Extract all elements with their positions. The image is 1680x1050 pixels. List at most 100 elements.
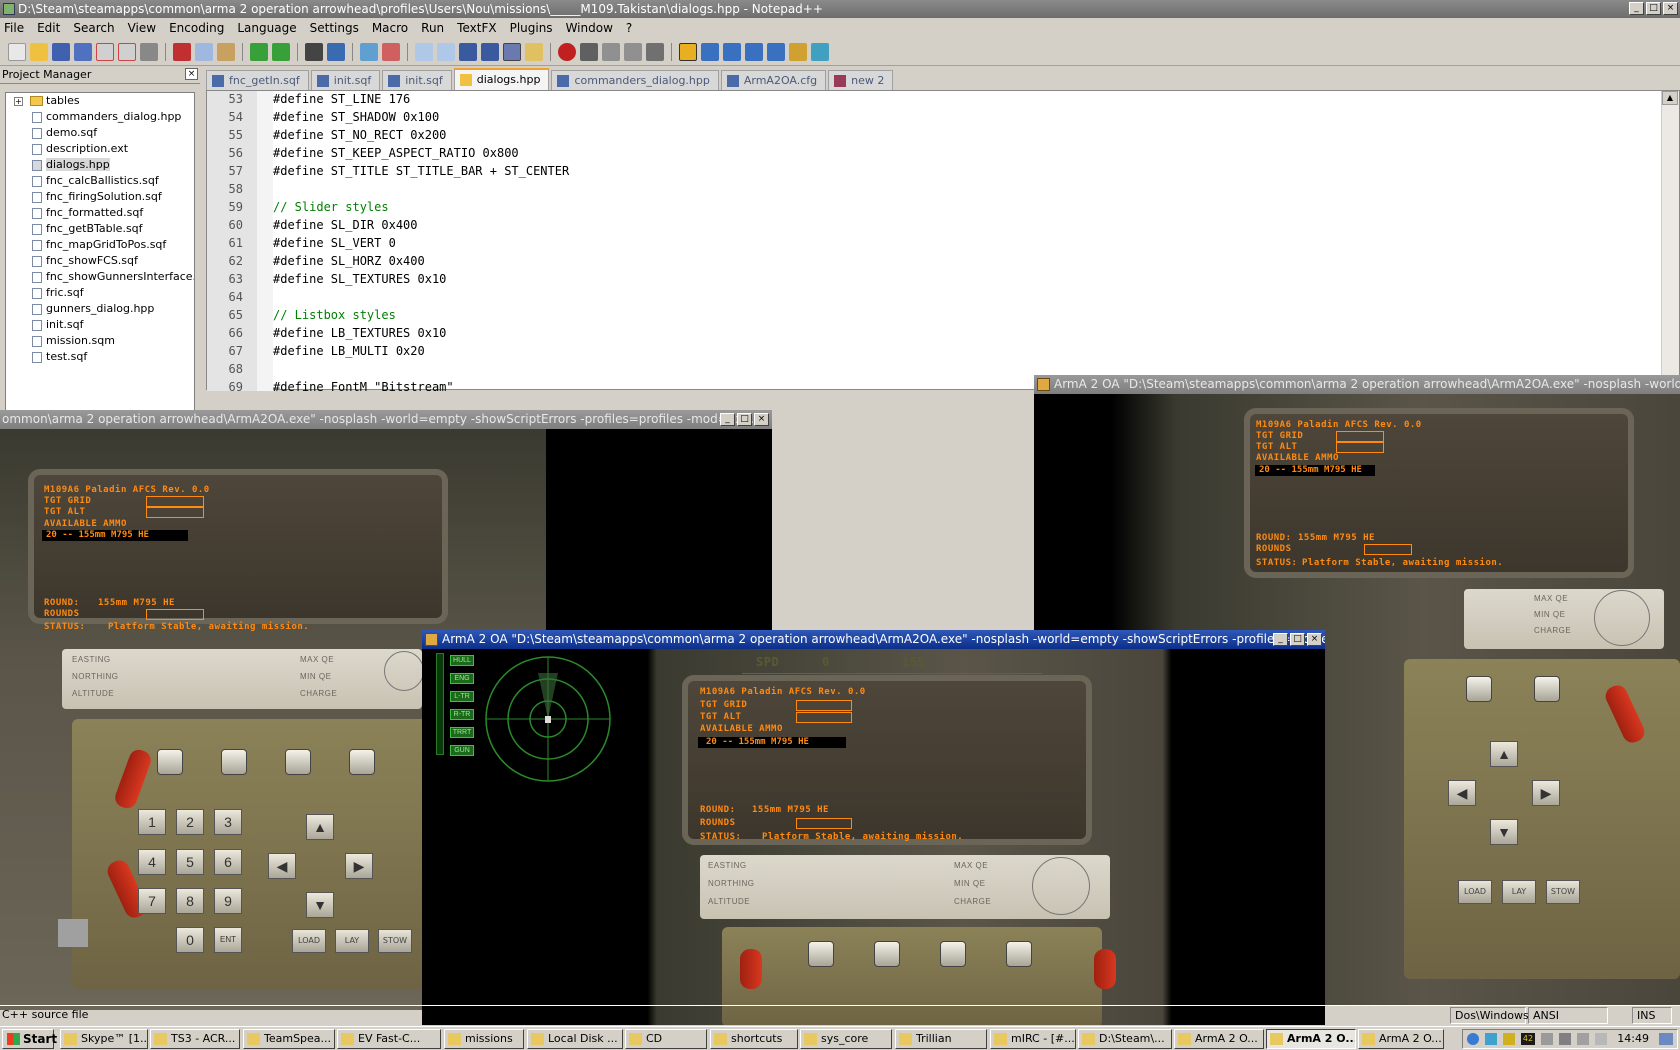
cut-icon[interactable] bbox=[173, 42, 191, 61]
arrow-up-icon[interactable]: ▲ bbox=[306, 814, 334, 840]
tree-item[interactable]: test.sqf bbox=[6, 349, 194, 365]
code-line[interactable]: #define LB_MULTI 0x20 bbox=[273, 342, 425, 360]
skype-tray-icon[interactable] bbox=[1485, 1033, 1497, 1045]
spell-check-icon[interactable] bbox=[811, 42, 829, 61]
stow-button[interactable]: STOW bbox=[378, 929, 412, 953]
panel-button[interactable] bbox=[808, 941, 834, 967]
tree-item[interactable]: mission.sqm bbox=[6, 333, 194, 349]
code-line[interactable]: #define ST_SHADOW 0x100 bbox=[273, 108, 439, 126]
project-tree[interactable]: + tables commanders_dialog.hpp demo.sqf d… bbox=[5, 92, 195, 442]
hud-rtr-button[interactable]: R-TR bbox=[450, 709, 474, 720]
copy-icon[interactable] bbox=[195, 42, 213, 61]
tree-item[interactable]: gunners_dialog.hpp bbox=[6, 301, 194, 317]
maximize-button[interactable]: □ bbox=[1290, 633, 1305, 646]
code-line[interactable]: // Listbox styles bbox=[273, 306, 396, 324]
menu-edit[interactable]: Edit bbox=[37, 21, 60, 35]
keypad-6[interactable]: 6 bbox=[214, 849, 242, 875]
tree-folder-tables[interactable]: + tables bbox=[6, 93, 194, 109]
tab-fnc-getin[interactable]: fnc_getIn.sqf bbox=[206, 70, 309, 90]
hud-eng-button[interactable]: ENG bbox=[450, 673, 474, 684]
tree-item[interactable]: init.sqf bbox=[6, 317, 194, 333]
arrow-down-icon[interactable]: ▼ bbox=[306, 892, 334, 918]
tgt-alt-input[interactable] bbox=[1336, 442, 1384, 453]
tab-init-2[interactable]: init.sqf bbox=[382, 70, 452, 90]
hud-ltr-button[interactable]: L-TR bbox=[450, 691, 474, 702]
ammo-list-item[interactable]: 20 -- 155mm M795 HE bbox=[698, 737, 846, 748]
panel-button[interactable] bbox=[285, 749, 311, 775]
word-wrap-icon[interactable] bbox=[459, 42, 477, 61]
menu-view[interactable]: View bbox=[128, 21, 156, 35]
user-lang-icon[interactable] bbox=[525, 42, 543, 61]
code-line[interactable]: #define SL_VERT 0 bbox=[273, 234, 396, 252]
code-line[interactable]: #define FontM "Bitstream" bbox=[273, 378, 454, 396]
stow-button[interactable]: STOW bbox=[1546, 880, 1580, 904]
play-macro-icon[interactable] bbox=[602, 42, 620, 61]
maximize-button[interactable]: □ bbox=[737, 413, 752, 426]
tab-arma2oa-cfg[interactable]: ArmA2OA.cfg bbox=[720, 70, 827, 90]
keypad-5[interactable]: 5 bbox=[176, 849, 204, 875]
keypad-9[interactable]: 9 bbox=[214, 888, 242, 914]
show-all-chars-icon[interactable] bbox=[481, 42, 499, 61]
arrow-left-icon[interactable]: ◀ bbox=[1448, 780, 1476, 806]
keypad-4[interactable]: 4 bbox=[138, 849, 166, 875]
hud-trrt-button[interactable]: TRRT bbox=[450, 727, 474, 738]
close-file-icon[interactable] bbox=[96, 42, 114, 61]
menu-file[interactable]: File bbox=[4, 21, 24, 35]
tree-item[interactable]: fnc_showFCS.sqf bbox=[6, 253, 194, 269]
tab-dialogs[interactable]: dialogs.hpp bbox=[453, 68, 550, 90]
ammo-list-item[interactable]: 20 -- 155mm M795 HE bbox=[1255, 465, 1375, 476]
paste-icon[interactable] bbox=[217, 42, 235, 61]
collapse-icon[interactable] bbox=[701, 42, 719, 61]
tab-new-2[interactable]: new 2 bbox=[828, 70, 894, 90]
tab-init-1[interactable]: init.sqf bbox=[310, 70, 381, 90]
tree-item[interactable]: description.ext bbox=[6, 141, 194, 157]
maximize-button[interactable]: □ bbox=[1646, 2, 1661, 15]
tgt-alt-input[interactable] bbox=[146, 507, 204, 518]
tgt-grid-input[interactable] bbox=[1336, 431, 1384, 442]
taskbar-task[interactable]: Trillian bbox=[895, 1029, 987, 1049]
tree-item[interactable]: fnc_firingSolution.sqf bbox=[6, 189, 194, 205]
save-all-icon[interactable] bbox=[74, 42, 92, 61]
open-file-icon[interactable] bbox=[30, 42, 48, 61]
volume-icon[interactable] bbox=[1541, 1033, 1553, 1045]
sync-horizontal-icon[interactable] bbox=[437, 42, 455, 61]
load-button[interactable]: LOAD bbox=[292, 929, 326, 953]
taskbar-task[interactable]: Local Disk ... bbox=[527, 1029, 623, 1049]
arrow-right-icon[interactable]: ▶ bbox=[1532, 780, 1560, 806]
panel-button[interactable] bbox=[874, 941, 900, 967]
taskbar-task[interactable]: EV Fast-C... bbox=[337, 1029, 441, 1049]
arrow-up-icon[interactable]: ▲ bbox=[1490, 741, 1518, 767]
tree-item[interactable]: fnc_showGunnersInterface.sqf bbox=[6, 269, 194, 285]
keypad-3[interactable]: 3 bbox=[214, 809, 242, 835]
keypad-0[interactable]: 0 bbox=[176, 927, 204, 953]
save-icon[interactable] bbox=[52, 42, 70, 61]
code-line[interactable]: #define LB_TEXTURES 0x10 bbox=[273, 324, 446, 342]
panel-button[interactable] bbox=[1534, 676, 1560, 702]
speaker-icon[interactable] bbox=[1577, 1033, 1589, 1045]
display-icon[interactable] bbox=[1559, 1033, 1571, 1045]
scroll-up-icon[interactable]: ▲ bbox=[1662, 91, 1678, 105]
run-macro-multiple-icon[interactable] bbox=[624, 42, 642, 61]
menu-textfx[interactable]: TextFX bbox=[457, 21, 496, 35]
minimize-button[interactable]: _ bbox=[1273, 633, 1288, 646]
undo-icon[interactable] bbox=[250, 42, 268, 61]
game-window-title-bar[interactable]: ommon\arma 2 operation arrowhead\ArmA2OA… bbox=[0, 410, 772, 429]
taskbar-task[interactable]: missions bbox=[444, 1029, 524, 1049]
save-macro-icon[interactable] bbox=[646, 42, 664, 61]
code-line[interactable]: #define SL_HORZ 0x400 bbox=[273, 252, 425, 270]
indent-guide-icon[interactable] bbox=[503, 42, 521, 61]
zoom-in-icon[interactable] bbox=[360, 42, 378, 61]
load-button[interactable]: LOAD bbox=[1458, 880, 1492, 904]
close-button[interactable]: × bbox=[1663, 2, 1678, 15]
menu-language[interactable]: Language bbox=[237, 21, 296, 35]
print-icon[interactable] bbox=[140, 42, 158, 61]
taskbar-task[interactable]: TS3 - ACR... bbox=[150, 1029, 240, 1049]
rounds-input[interactable] bbox=[146, 609, 204, 620]
panel-button[interactable] bbox=[940, 941, 966, 967]
taskbar-task[interactable]: mIRC - [#... bbox=[990, 1029, 1076, 1049]
close-all-icon[interactable] bbox=[118, 42, 136, 61]
menu-plugins[interactable]: Plugins bbox=[510, 21, 553, 35]
redo-icon[interactable] bbox=[272, 42, 290, 61]
taskbar-task[interactable]: TeamSpea... bbox=[243, 1029, 335, 1049]
replace-icon[interactable] bbox=[327, 42, 345, 61]
